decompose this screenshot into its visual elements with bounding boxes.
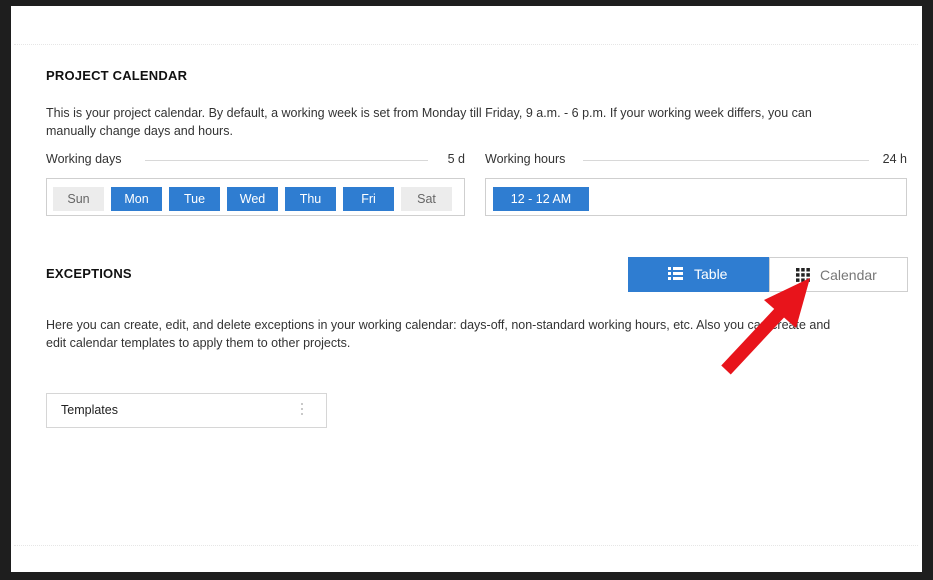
screenshot-frame-right: [922, 0, 933, 580]
project-calendar-description-line-2: manually change days and hours.: [46, 124, 233, 138]
working-hours-rule: [583, 160, 869, 161]
templates-label: Templates: [61, 403, 118, 417]
exceptions-title: EXCEPTIONS: [46, 266, 132, 281]
day-sun[interactable]: Sun: [53, 187, 104, 211]
day-thu[interactable]: Thu: [285, 187, 336, 211]
day-tue[interactable]: Tue: [169, 187, 220, 211]
working-days-count: 5 d: [447, 152, 465, 166]
templates-item[interactable]: Templates: [46, 393, 327, 428]
working-days-rule: [145, 160, 428, 161]
annotation-arrow-icon: [721, 278, 810, 375]
working-hours-selector: 12 - 12 AM: [485, 178, 907, 216]
working-days-selector: Sun Mon Tue Wed Thu Fri Sat: [46, 178, 465, 216]
screenshot-frame-bottom: [0, 572, 933, 580]
project-calendar-title: PROJECT CALENDAR: [46, 68, 188, 83]
top-divider: [14, 44, 918, 45]
day-wed[interactable]: Wed: [227, 187, 278, 211]
working-hours-range[interactable]: 12 - 12 AM: [493, 187, 589, 211]
screenshot-frame-left: [0, 0, 11, 580]
day-mon[interactable]: Mon: [111, 187, 162, 211]
list-icon: [668, 267, 683, 280]
project-calendar-description-line-1: This is your project calendar. By defaul…: [46, 106, 812, 120]
calendar-view-label: Calendar: [820, 267, 877, 283]
project-calendar-description: This is your project calendar. By defaul…: [46, 104, 906, 140]
day-fri[interactable]: Fri: [343, 187, 394, 211]
day-sat[interactable]: Sat: [401, 187, 452, 211]
more-options-icon[interactable]: [299, 403, 305, 419]
working-hours-label: Working hours: [485, 152, 566, 166]
screenshot-frame-top: [0, 0, 933, 6]
working-hours-count: 24 h: [882, 152, 907, 166]
working-days-label: Working days: [46, 152, 122, 166]
bottom-divider: [14, 545, 918, 546]
